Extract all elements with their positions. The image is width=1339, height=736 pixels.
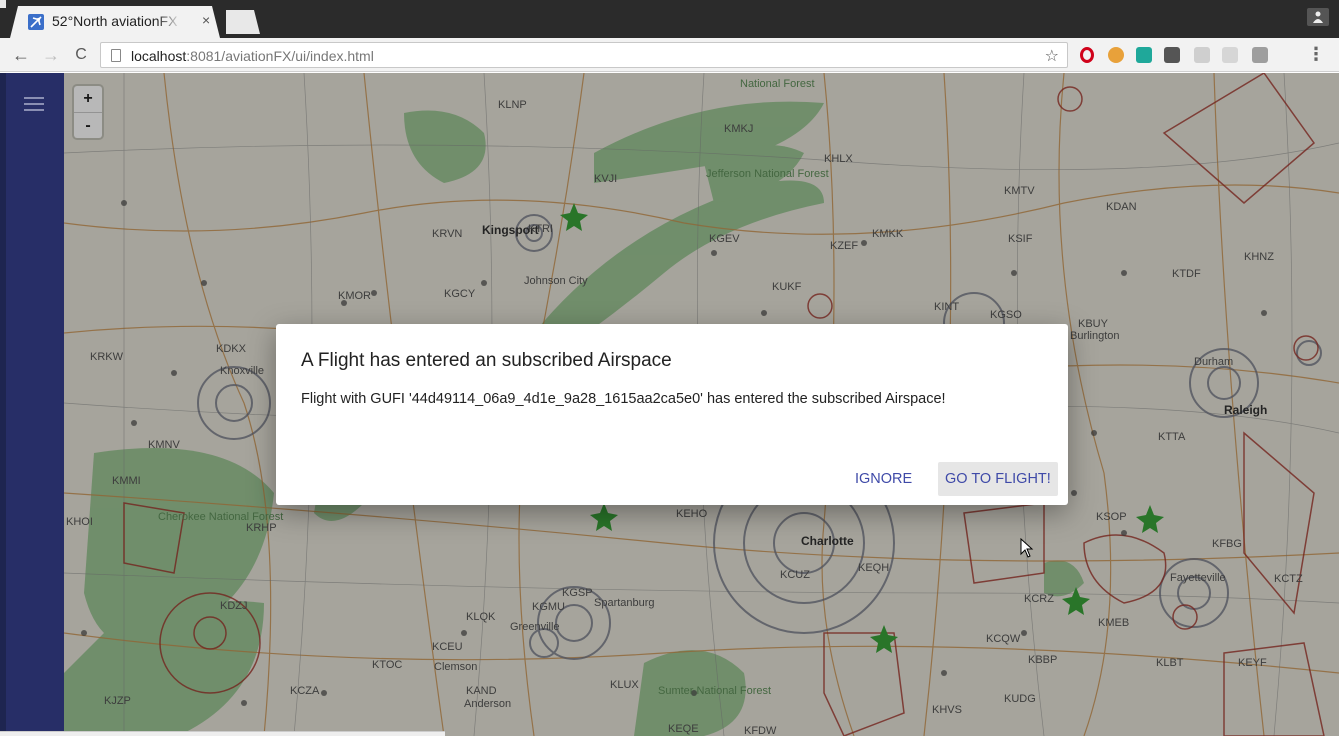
cursor-icon (1020, 538, 1034, 558)
browser-tab-bar: 52°North aviationFX × (0, 0, 1339, 38)
url-path: :8081/aviationFX/ui/index.html (186, 48, 374, 64)
star-icon[interactable]: ☆ (1045, 46, 1059, 66)
reload-button[interactable]: C (70, 44, 92, 66)
url-host: localhost (131, 48, 187, 64)
extension-icon[interactable] (1252, 47, 1268, 63)
window-corner (0, 0, 6, 8)
browser-menu-icon[interactable]: ⋮ (1307, 45, 1325, 63)
tab-title: 52°North aviationFX (52, 13, 178, 29)
url-text: localhost:8081/aviationFX/ui/index.html (131, 48, 374, 64)
address-bar[interactable]: localhost:8081/aviationFX/ui/index.html … (100, 42, 1068, 68)
extension-icon[interactable] (1222, 47, 1238, 63)
dialog-message: Flight with GUFI '44d49114_06a9_4d1e_9a2… (301, 391, 946, 407)
ignore-button[interactable]: IGNORE (848, 462, 919, 496)
extension-icon[interactable] (1136, 47, 1152, 63)
page-icon (111, 49, 121, 62)
airspace-alert-dialog: A Flight has entered an subscribed Airsp… (276, 324, 1068, 505)
opera-icon[interactable] (1080, 47, 1094, 63)
cookie-icon[interactable] (1108, 47, 1124, 63)
back-button[interactable]: ← (10, 44, 32, 66)
extension-icon[interactable] (1194, 47, 1210, 63)
aviation-favicon (28, 14, 44, 30)
browser-toolbar: ← → C localhost:8081/aviationFX/ui/index… (0, 38, 1339, 72)
dialog-title: A Flight has entered an subscribed Airsp… (301, 350, 672, 371)
go-to-flight-button[interactable]: GO TO FLIGHT! (938, 462, 1058, 496)
new-tab-button[interactable] (226, 10, 260, 34)
extension-icon[interactable] (1164, 47, 1180, 63)
user-icon[interactable] (1307, 8, 1329, 26)
forward-button[interactable]: → (40, 44, 62, 66)
tab-close-icon[interactable]: × (202, 12, 210, 28)
status-bubble (0, 731, 445, 736)
browser-tab[interactable]: 52°North aviationFX × (10, 6, 220, 38)
sidebar-backdrop (0, 73, 64, 736)
